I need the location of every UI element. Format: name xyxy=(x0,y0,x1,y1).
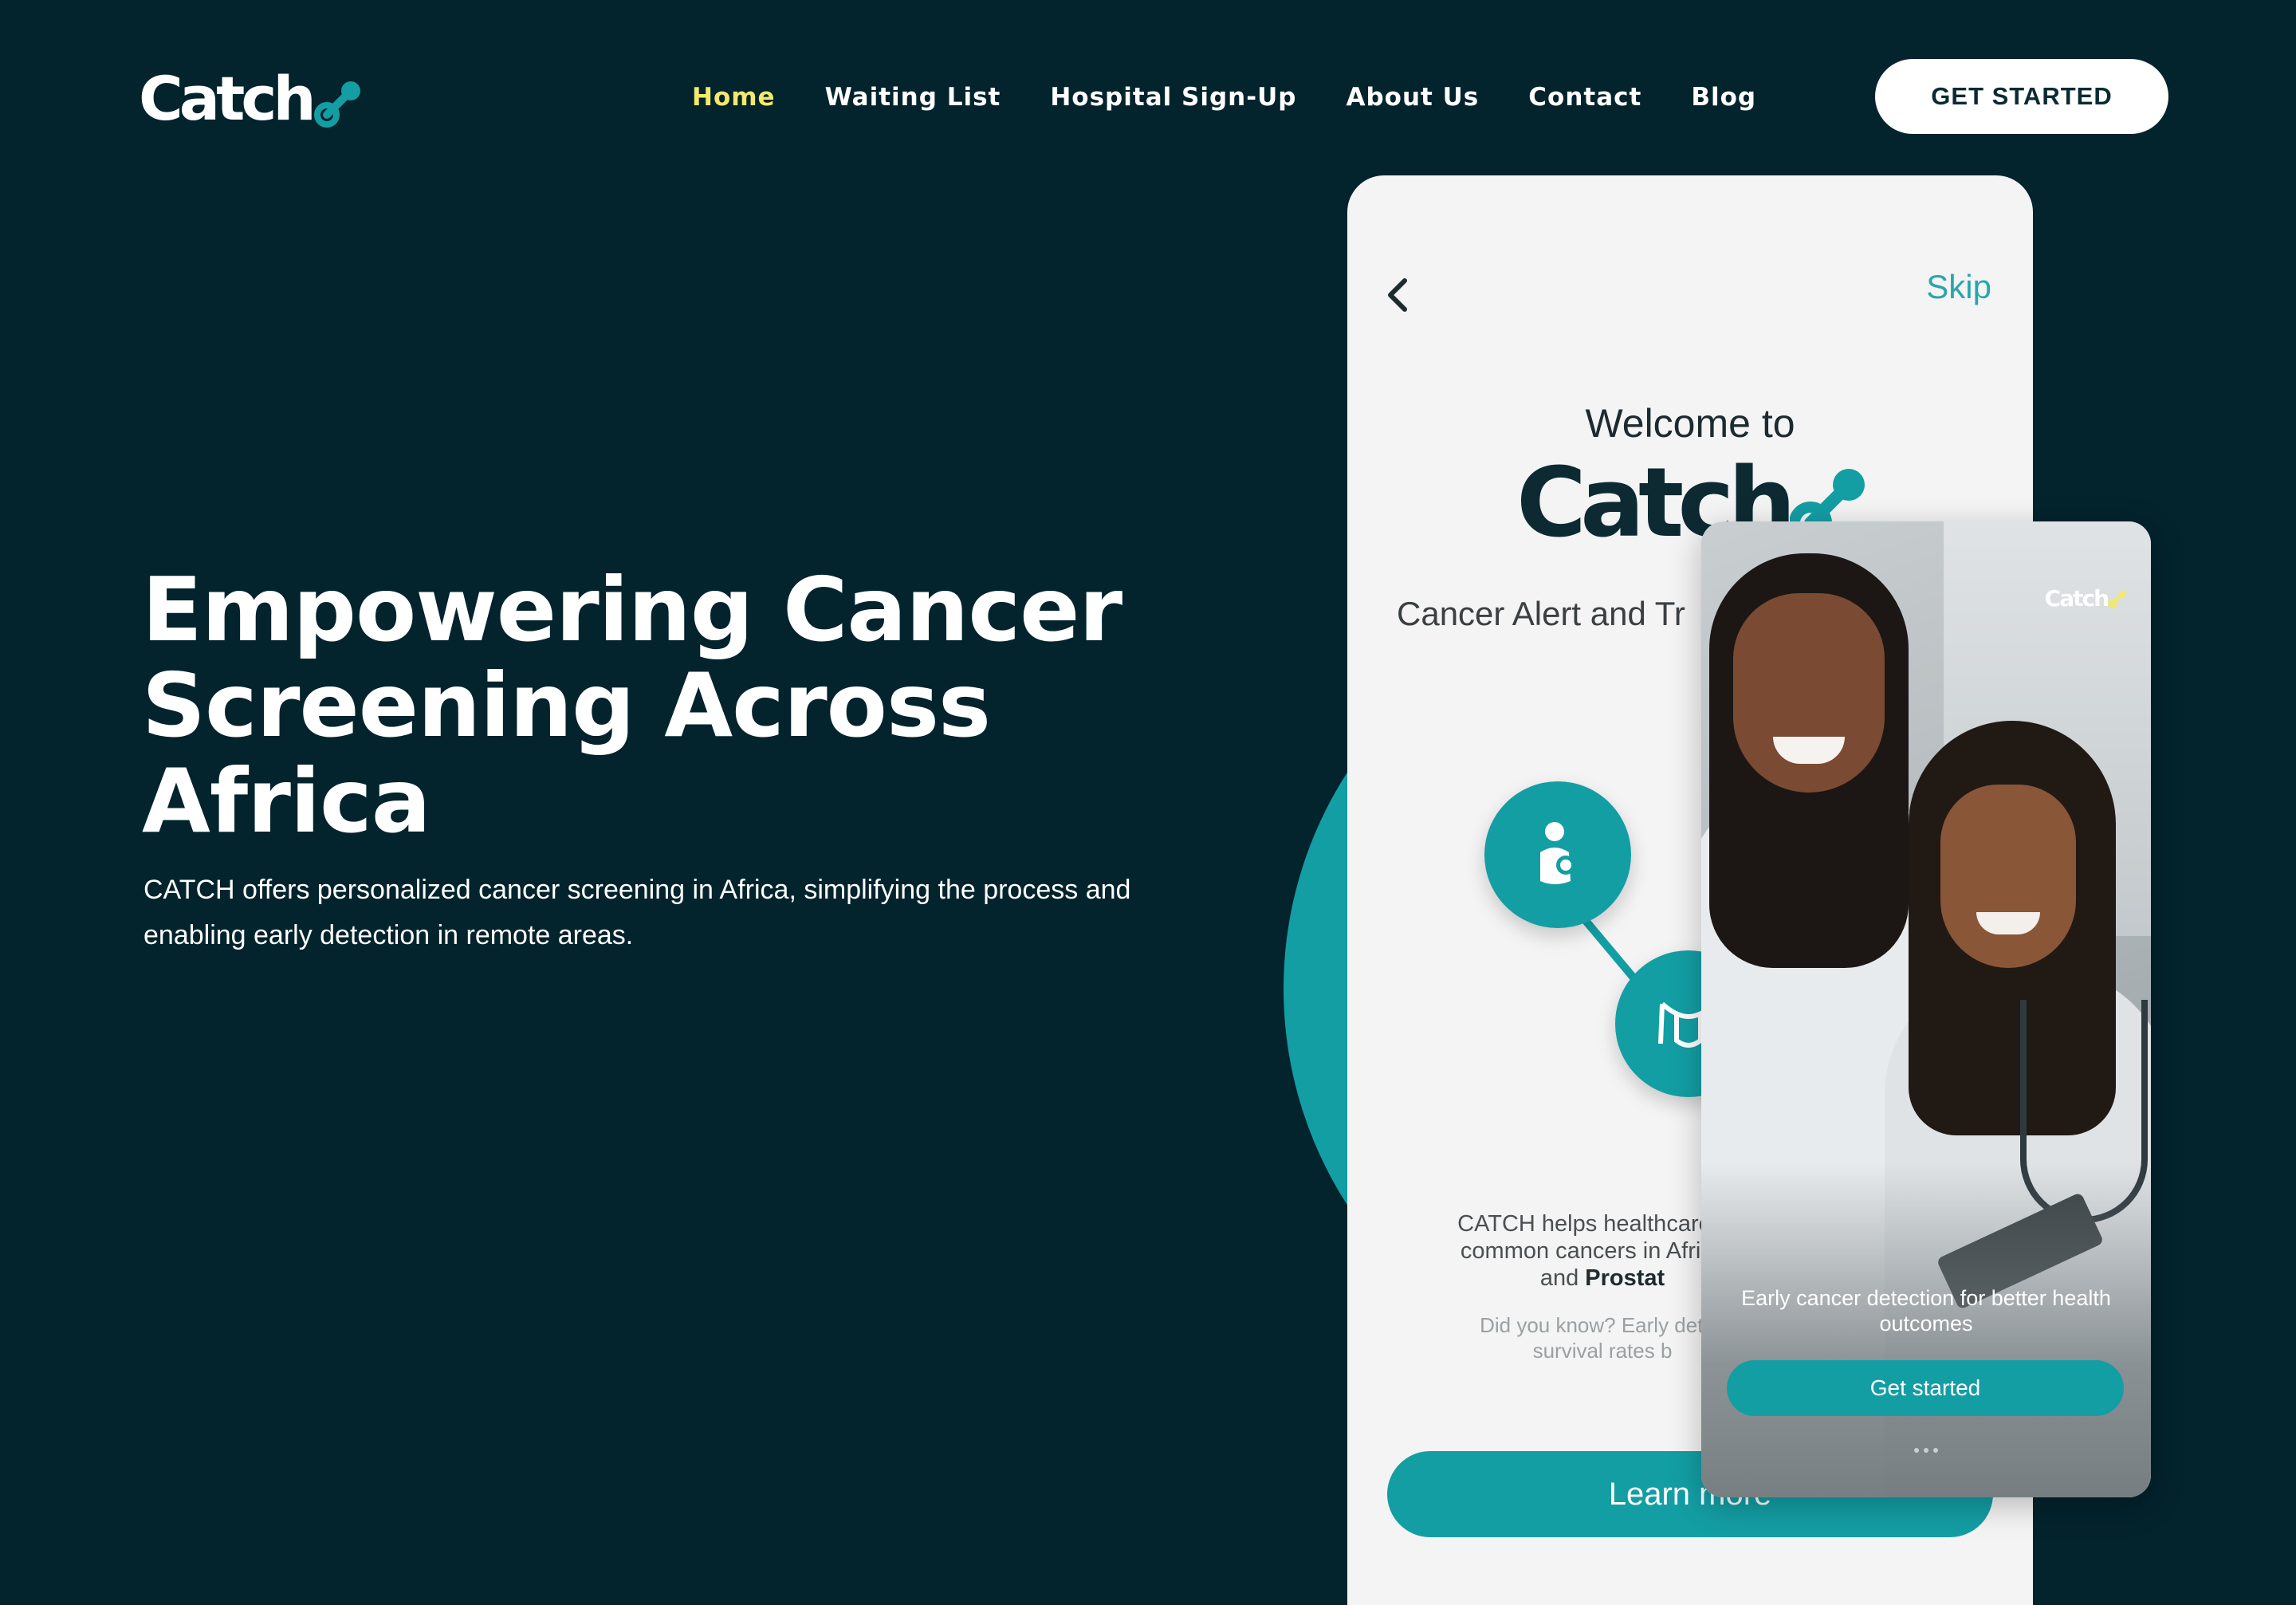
nav-home[interactable]: Home xyxy=(692,83,776,112)
description-bold: Prostat xyxy=(1585,1265,1665,1291)
main-nav: Home Waiting List Hospital Sign-Up About… xyxy=(692,80,1756,115)
nav-hospital-signup[interactable]: Hospital Sign-Up xyxy=(1050,83,1296,112)
nav-contact[interactable]: Contact xyxy=(1528,83,1641,112)
welcome-heading: Welcome to xyxy=(1585,401,1795,446)
doctor-photo-face xyxy=(1940,785,2076,968)
pagination-dot xyxy=(1914,1448,1919,1453)
skip-link: Skip xyxy=(1926,268,1991,305)
pagination-dot xyxy=(1924,1448,1928,1453)
pagination-dot xyxy=(1933,1448,1938,1453)
chevron-left-icon xyxy=(1379,271,1414,322)
app-logo-small: Catch xyxy=(2045,585,2127,612)
logo-link-icon xyxy=(2108,590,2126,608)
mother-child-icon xyxy=(1484,781,1631,928)
nav-about-us[interactable]: About Us xyxy=(1346,83,1479,112)
site-logo[interactable]: Catch xyxy=(139,69,364,129)
get-started-app-button: Get started xyxy=(1727,1360,2124,1416)
get-started-button[interactable]: GET STARTED xyxy=(1875,59,2168,134)
nav-waiting-list[interactable]: Waiting List xyxy=(825,83,1001,112)
description-text: and xyxy=(1539,1265,1586,1291)
hero-subtitle: CATCH offers personalized cancer screeni… xyxy=(144,875,1131,950)
phone-mockup-onboarding: Catch Early cancer detection for better … xyxy=(1701,521,2151,1497)
pagination-dots xyxy=(1701,1448,2151,1453)
nav-blog[interactable]: Blog xyxy=(1691,83,1756,112)
logo-wordmark: Catch xyxy=(139,63,316,134)
logo-link-icon xyxy=(313,81,360,128)
hero-title: Empowering Cancer Screening Across Afric… xyxy=(142,559,1122,853)
onboarding-caption: Early cancer detection for better health… xyxy=(1741,1286,2111,1336)
app-logo-wordmark: Catch xyxy=(2044,585,2109,612)
node-connector xyxy=(1579,914,1637,981)
